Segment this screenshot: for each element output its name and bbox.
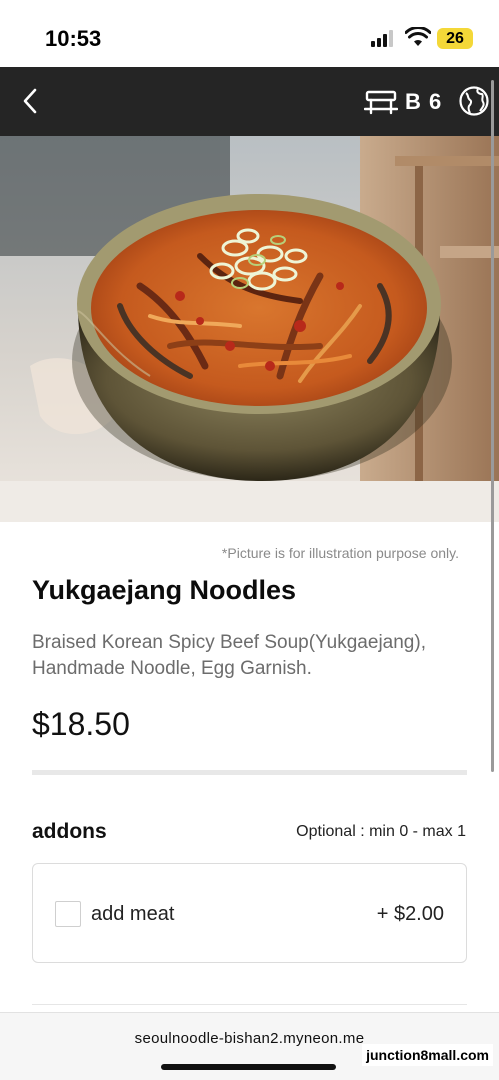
back-button[interactable] xyxy=(10,81,50,121)
addon-label: add meat xyxy=(91,903,175,925)
scroll-indicator[interactable] xyxy=(491,80,494,772)
status-time: 10:53 xyxy=(45,26,102,51)
table-icon xyxy=(364,90,398,115)
watermark: junction8mall.com xyxy=(362,1044,493,1066)
addons-rule: Optional : min 0 - max 1 xyxy=(296,823,466,840)
image-disclaimer: *Picture is for illustration purpose onl… xyxy=(221,545,459,561)
chevron-left-icon xyxy=(23,88,37,114)
home-indicator[interactable] xyxy=(161,1064,336,1070)
section-divider xyxy=(32,770,467,775)
addon-checkbox[interactable] xyxy=(55,901,81,927)
addon-option-add-meat[interactable]: add meat + $2.00 xyxy=(32,863,467,963)
battery-icon: 26 xyxy=(437,28,473,49)
item-title: Yukgaejang Noodles xyxy=(32,575,297,605)
signal-icon xyxy=(371,30,393,47)
item-price: $18.50 xyxy=(32,706,130,742)
language-button[interactable] xyxy=(457,82,491,120)
item-description: Braised Korean Spicy Beef Soup(Yukgaejan… xyxy=(32,632,426,679)
hero-image xyxy=(0,136,499,522)
food-photo xyxy=(0,136,499,522)
top-bar: B 6 xyxy=(0,67,499,136)
section-divider xyxy=(32,1004,467,1005)
status-bar: 10:53 26 xyxy=(0,0,499,67)
addons-title: addons xyxy=(32,820,107,843)
table-number: B 6 xyxy=(405,89,443,114)
globe-icon xyxy=(459,86,489,116)
addon-price: + $2.00 xyxy=(376,903,444,925)
battery-level: 26 xyxy=(446,30,464,47)
wifi-icon xyxy=(405,27,431,46)
